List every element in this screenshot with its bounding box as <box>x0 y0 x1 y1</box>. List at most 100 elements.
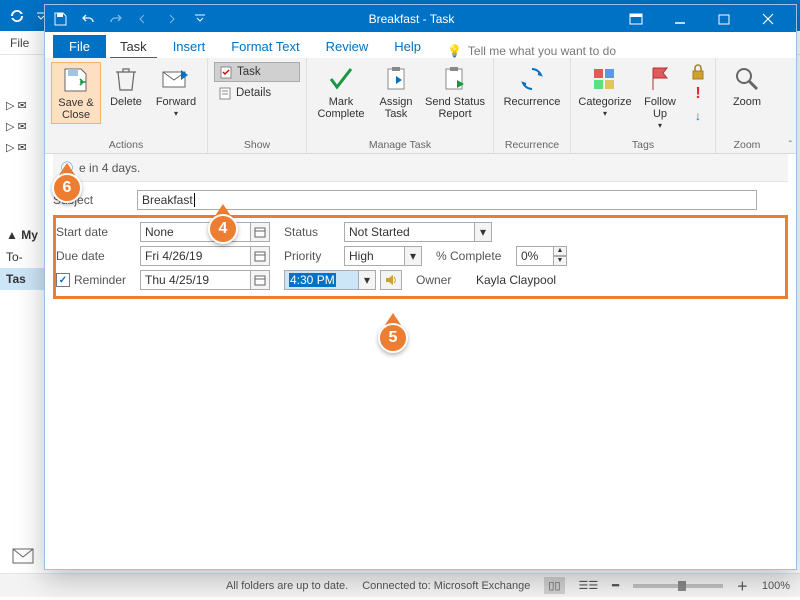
tab-insert[interactable]: Insert <box>161 35 218 58</box>
due-date-value: Fri 4/26/19 <box>140 246 250 266</box>
down-arrow-icon: ↓ <box>695 109 701 123</box>
reminder-date-field[interactable]: Thu 4/25/19 <box>140 270 270 290</box>
private-button[interactable] <box>687 62 709 82</box>
zoom-level: 100% <box>762 580 790 592</box>
ribbon-group-recurrence: Recurrence Recurrence <box>494 58 571 153</box>
ribbon-group-zoom: Zoom Zoom <box>716 58 778 153</box>
todo-list-folder[interactable]: To- <box>0 246 47 268</box>
stepper-down-icon[interactable]: ▼ <box>553 256 567 266</box>
save-icon[interactable] <box>51 10 69 28</box>
assign-icon <box>381 64 411 94</box>
zoom-button[interactable]: Zoom <box>722 62 772 110</box>
high-importance-button[interactable]: ! <box>687 84 709 104</box>
ribbon-group-show: Task Details Show <box>208 58 307 153</box>
start-date-field[interactable]: None <box>140 222 270 242</box>
chevron-down-icon[interactable]: ▾ <box>404 246 422 266</box>
tasks-section-header[interactable]: ▲ My <box>0 224 47 246</box>
folder-item[interactable]: ▷ ✉ <box>0 116 47 137</box>
lock-icon <box>691 64 705 80</box>
info-bar: ⓘ e in 4 days. <box>53 154 788 182</box>
close-button[interactable] <box>746 5 790 32</box>
calendar-icon[interactable] <box>250 246 270 266</box>
tasks-folder[interactable]: Tas <box>0 268 47 290</box>
recurrence-label: Recurrence <box>504 96 561 108</box>
group-label-manage: Manage Task <box>313 137 487 151</box>
view-normal-icon[interactable]: ▯▯ <box>544 577 564 594</box>
reminder-time-combo[interactable]: 4:30 PM ▾ <box>284 270 376 290</box>
forward-button[interactable]: Forward ▾ <box>151 62 201 121</box>
tab-format-text[interactable]: Format Text <box>219 35 311 58</box>
send-status-button[interactable]: Send Status Report <box>423 62 487 122</box>
folder-item[interactable]: ▷ ✉ <box>0 137 47 158</box>
pct-complete-value: 0% <box>516 246 554 266</box>
mark-complete-label: Mark Complete <box>315 96 367 120</box>
categorize-label: Categorize <box>578 96 631 108</box>
forward-label: Forward <box>156 96 196 108</box>
delete-button[interactable]: Delete <box>105 62 147 110</box>
show-details-button[interactable]: Details <box>214 84 300 102</box>
show-task-button[interactable]: Task <box>214 62 300 82</box>
due-date-field[interactable]: Fri 4/26/19 <box>140 246 270 266</box>
details-highlight-box: Start date None Status Not Started ▾ Due… <box>53 215 788 299</box>
show-task-label: Task <box>237 66 261 78</box>
status-combo[interactable]: Not Started ▾ <box>344 222 492 242</box>
tab-help[interactable]: Help <box>382 35 433 58</box>
chevron-down-icon[interactable]: ▾ <box>474 222 492 242</box>
menubar-file[interactable]: File <box>10 36 29 50</box>
send-receive-icon[interactable] <box>4 5 30 27</box>
assign-task-label: Assign Task <box>375 96 417 120</box>
start-date-value: None <box>140 222 250 242</box>
stepper-up-icon[interactable]: ▲ <box>553 246 567 256</box>
subject-label: Subject <box>53 193 137 207</box>
calendar-icon[interactable] <box>250 270 270 290</box>
subject-input[interactable]: Breakfast <box>137 190 757 210</box>
view-reading-icon[interactable]: ☰☰ <box>579 579 599 592</box>
mark-complete-button[interactable]: Mark Complete <box>313 62 369 122</box>
categorize-button[interactable]: Categorize▾ <box>577 62 633 121</box>
pct-complete-stepper[interactable]: 0% ▲▼ <box>516 246 567 266</box>
lightbulb-icon: 💡 <box>447 44 462 58</box>
qat-customize-icon[interactable] <box>191 10 209 28</box>
undo-icon[interactable] <box>79 10 97 28</box>
ribbon-group-tags: Categorize▾ Follow Up▾ ! ↓ Tags <box>571 58 716 153</box>
zoom-out-button[interactable]: ━ <box>612 579 619 592</box>
collapse-ribbon-icon[interactable]: ˆ <box>789 140 792 151</box>
save-and-close-button[interactable]: Save & Close <box>51 62 101 124</box>
group-label-tags: Tags <box>577 137 709 151</box>
ribbon-display-icon[interactable] <box>614 5 658 32</box>
info-icon: ⓘ <box>61 159 73 176</box>
due-date-label: Due date <box>56 249 140 263</box>
chevron-down-icon[interactable]: ▾ <box>358 270 376 290</box>
priority-combo[interactable]: High ▾ <box>344 246 422 266</box>
folder-item[interactable]: ▷ ✉ <box>0 95 47 116</box>
reminder-date-value: Thu 4/25/19 <box>140 270 250 290</box>
follow-up-button[interactable]: Follow Up▾ <box>637 62 683 133</box>
reminder-sound-button[interactable] <box>380 270 402 290</box>
ribbon: Save & Close Delete Forward ▾ Actions <box>45 58 796 154</box>
calendar-icon[interactable] <box>250 222 270 242</box>
reminder-checkbox[interactable]: ✓ <box>56 273 70 287</box>
tab-review[interactable]: Review <box>314 35 381 58</box>
assign-task-button[interactable]: Assign Task <box>373 62 419 122</box>
reminder-label-text: Reminder <box>74 273 126 287</box>
next-item-icon[interactable] <box>163 10 181 28</box>
low-importance-button[interactable]: ↓ <box>687 106 709 126</box>
start-date-label: Start date <box>56 225 140 239</box>
magnifier-icon <box>732 64 762 94</box>
tab-file[interactable]: File <box>53 35 106 58</box>
minimize-button[interactable] <box>658 5 702 32</box>
maximize-button[interactable] <box>702 5 746 32</box>
task-window: Breakfast - Task File Task Insert Format… <box>44 4 797 570</box>
tab-task[interactable]: Task <box>108 35 159 58</box>
zoom-in-button[interactable]: ＋ <box>737 578 748 594</box>
recurrence-button[interactable]: Recurrence <box>500 62 564 110</box>
redo-icon[interactable] <box>107 10 125 28</box>
flag-icon <box>645 64 675 94</box>
mail-nav-icon[interactable] <box>12 548 34 564</box>
task-notes-area[interactable] <box>53 303 788 533</box>
details-icon <box>218 86 232 100</box>
tell-me-search[interactable]: 💡 Tell me what you want to do <box>447 44 616 58</box>
zoom-slider[interactable] <box>633 584 723 588</box>
prev-item-icon[interactable] <box>135 10 153 28</box>
reminder-label[interactable]: ✓ Reminder <box>56 273 140 287</box>
